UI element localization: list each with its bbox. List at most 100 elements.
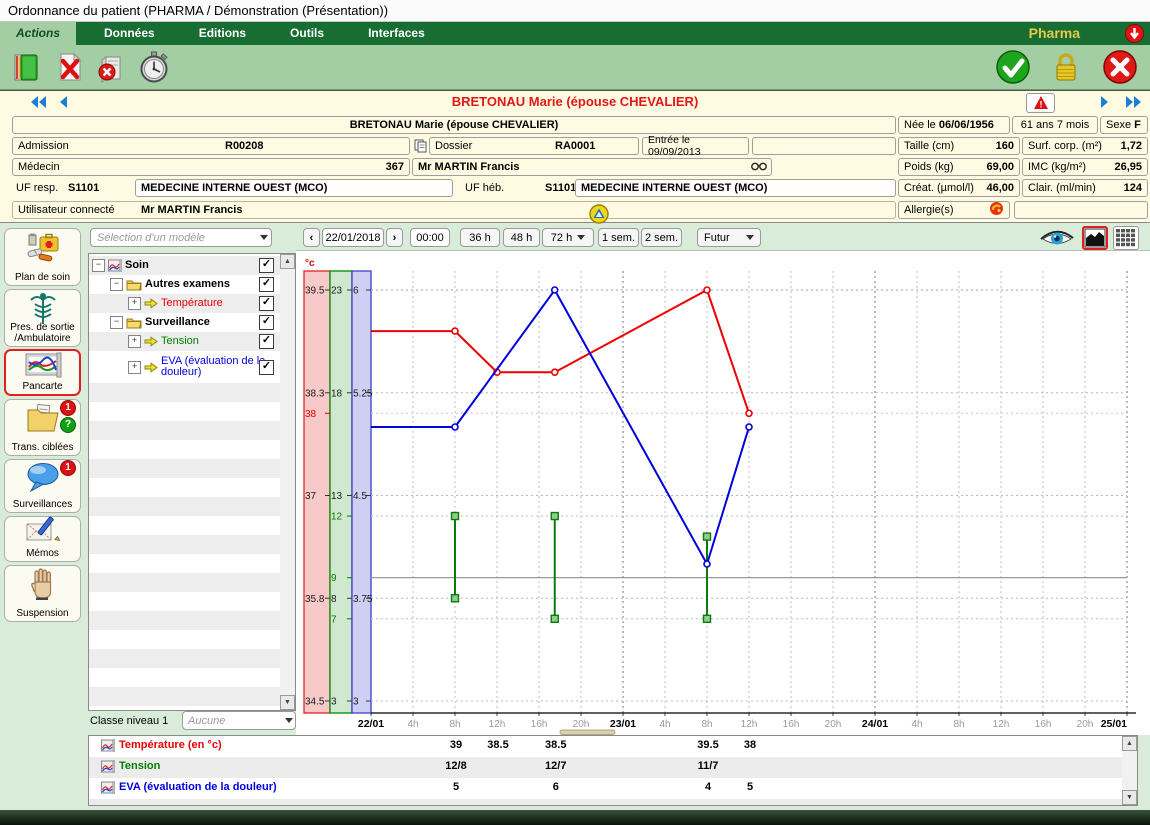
range-1week-button[interactable]: 1 sem. (598, 228, 639, 247)
values-row-temp-rature-en-c-[interactable]: Température (en °c)3938.538.539.538 (89, 736, 1122, 757)
time-field[interactable]: 00:00 (410, 228, 450, 247)
application-window: Ordonnance du patient (PHARMA / Démonstr… (0, 0, 1150, 825)
values-row-eva-valuation-de-la-[interactable]: EVA (évaluation de la douleur)5645 (89, 778, 1122, 799)
tree-item-soin[interactable]: − Soin ✓ (89, 256, 281, 275)
menu-outils[interactable]: Outils (274, 22, 340, 45)
tree-item-checkbox[interactable]: ✓ (259, 315, 274, 330)
tree-item-label[interactable]: EVA (évaluation de la douleur) (161, 356, 269, 379)
svg-text:38.3: 38.3 (305, 388, 325, 399)
tree-empty-row (89, 516, 281, 535)
tree-item-eva-valuation-de-la-doul[interactable]: + EVA (évaluation de la douleur)✓ (89, 351, 281, 383)
sidebar-item-surveillances[interactable]: Surveillances1 (4, 459, 81, 513)
admission-field: AdmissionR00208 (12, 137, 410, 155)
scroll-up-icon[interactable]: ▲ (1122, 736, 1137, 751)
values-row-label[interactable]: EVA (évaluation de la douleur) (119, 781, 277, 793)
tree-rows: −Soin✓−Autres examens✓+Température✓−Surv… (89, 254, 281, 710)
tree-item-surveillance[interactable]: − Surveillance ✓ (89, 313, 281, 332)
range-72h-select[interactable]: 72 h (542, 228, 594, 247)
delete-document-icon[interactable] (52, 49, 88, 85)
sidebar-item-pancarte[interactable]: Pancarte (4, 349, 81, 396)
range-48h-button[interactable]: 48 h (503, 228, 540, 247)
sidebar-item-trans-cibl-es[interactable]: Trans. ciblées1? (4, 399, 81, 456)
lock-icon[interactable] (1048, 49, 1084, 85)
sidebar-item-label: Trans. ciblées (5, 443, 80, 454)
tree-item-checkbox[interactable]: ✓ (259, 334, 274, 349)
expand-node-icon[interactable]: + (128, 335, 141, 348)
sidebar-item-suspension[interactable]: Suspension (4, 565, 81, 622)
range-2week-button[interactable]: 2 sem. (641, 228, 682, 247)
tree-item-label[interactable]: Soin (125, 260, 149, 272)
chart-hscroll-thumb[interactable] (560, 730, 615, 735)
model-select[interactable]: Sélection d'un modèle (90, 228, 272, 247)
svg-text:!: ! (1039, 100, 1042, 110)
svg-text:13: 13 (331, 491, 343, 502)
cancel-box-icon[interactable] (94, 49, 130, 85)
patient-name-field: BRETONAU Marie (épouse CHEVALIER) (12, 116, 896, 134)
menu-actions[interactable]: Actions (0, 22, 76, 45)
sidebar-item-pres-de-sortie-ambulatoire[interactable]: Pres. de sortie /Ambulatoire (4, 289, 81, 347)
collapse-node-icon[interactable]: − (110, 278, 123, 291)
tree-item-label[interactable]: Température (161, 298, 223, 310)
last-patient-icon[interactable] (1124, 95, 1142, 114)
tree-item-autres-examens[interactable]: − Autres examens ✓ (89, 275, 281, 294)
tree-item-label[interactable]: Surveillance (145, 317, 210, 329)
scroll-down-icon[interactable]: ▼ (1122, 790, 1137, 805)
copy-dossier-icon[interactable] (414, 139, 427, 158)
tree-item-label[interactable]: Autres examens (145, 279, 230, 291)
range-36h-button[interactable]: 36 h (460, 228, 500, 247)
class-level-select[interactable]: Aucune (182, 711, 296, 730)
scroll-down-icon[interactable]: ▼ (280, 695, 295, 710)
values-row-label[interactable]: Température (en °c) (119, 739, 222, 751)
patient-alert-icon[interactable]: ! (1026, 93, 1055, 113)
folder-icon (126, 278, 142, 291)
pancarte-chart[interactable]: °c22/014h8h12h16h20h23/014h8h12h16h20h24… (296, 251, 1150, 735)
date-prev-button[interactable]: ‹ (303, 228, 320, 247)
allergy-field[interactable]: Allergie(s) (898, 201, 1010, 219)
date-field[interactable]: 22/01/2018 (322, 228, 384, 247)
bmi-field: IMC (kg/m²)26,95 (1022, 158, 1148, 176)
value-cell: 12/8 (436, 760, 476, 772)
stopwatch-icon[interactable] (136, 49, 172, 85)
svg-text:3: 3 (331, 697, 337, 708)
date-next-button[interactable]: › (386, 228, 403, 247)
tree-scrollbar[interactable]: ▲ ▼ (280, 254, 295, 710)
uf-resp-label: UF resp. (16, 182, 58, 194)
values-row-tension[interactable]: Tension12/812/711/7 (89, 757, 1122, 778)
tree-item-checkbox[interactable]: ✓ (259, 360, 274, 375)
sidebar-item-label: Suspension (5, 609, 80, 620)
glasses-icon[interactable] (751, 161, 767, 174)
allergy-icon[interactable] (989, 201, 1004, 219)
svg-text:4h: 4h (911, 719, 922, 730)
sidebar-item-m-mos[interactable]: Mémos (4, 516, 81, 562)
next-patient-icon[interactable] (1100, 95, 1110, 114)
tree-item-temp-rature[interactable]: + Température ✓ (89, 294, 281, 313)
menu-editions[interactable]: Editions (183, 22, 262, 45)
menu-données[interactable]: Données (88, 22, 171, 45)
scroll-up-icon[interactable]: ▲ (280, 254, 295, 269)
tree-item-label[interactable]: Tension (161, 336, 199, 348)
session-alert-icon[interactable] (589, 204, 609, 229)
validate-check-icon[interactable] (995, 49, 1031, 85)
future-select[interactable]: Futur (697, 228, 761, 247)
svg-text:5.25: 5.25 (353, 388, 373, 399)
table-scrollbar[interactable]: ▲ ▼ (1122, 736, 1137, 805)
tree-item-checkbox[interactable]: ✓ (259, 277, 274, 292)
grid-view-icon[interactable] (1113, 226, 1139, 250)
values-row-label[interactable]: Tension (119, 760, 160, 772)
collapse-node-icon[interactable]: − (110, 316, 123, 329)
expand-node-icon[interactable]: + (128, 361, 141, 374)
tree-empty-row (89, 649, 281, 668)
collapse-node-icon[interactable]: − (92, 259, 105, 272)
tree-item-checkbox[interactable]: ✓ (259, 258, 274, 273)
menu-interfaces[interactable]: Interfaces (352, 22, 441, 45)
value-cell: 38.5 (536, 739, 576, 751)
sidebar-item-plan-de-soin[interactable]: Plan de soin (4, 228, 81, 286)
expand-node-icon[interactable]: + (128, 297, 141, 310)
close-icon[interactable] (1102, 49, 1138, 85)
tree-item-checkbox[interactable]: ✓ (259, 296, 274, 311)
svg-text:34.5: 34.5 (305, 697, 325, 708)
tree-item-tension[interactable]: + Tension ✓ (89, 332, 281, 351)
open-orders-folder-icon[interactable] (8, 49, 44, 85)
arrow-icon (144, 362, 158, 373)
chart-view-icon[interactable] (1082, 226, 1108, 250)
